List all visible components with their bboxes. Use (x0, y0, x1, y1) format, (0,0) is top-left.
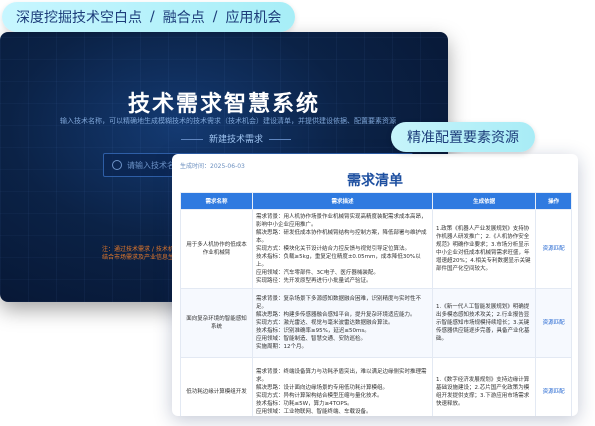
headline-separator-2: / (212, 9, 218, 25)
row-description: 需求背景：终端设备算力与功耗矛盾突出，难以满足边缘侧实时推理需求。 解决思路：设… (252, 357, 434, 416)
list-title: 需求清单 (347, 173, 403, 189)
col-basis-header: 生成依据 (432, 192, 537, 210)
generated-date: 生成时间：2025-06-03 (180, 163, 245, 170)
headline-part3: 应用机会 (225, 10, 282, 26)
resource-pill: 精准配置要素资源 (391, 122, 535, 152)
system-description: 输入技术名称，可以精确地生成模糊技术的技术需求（技术机会）建设清单，并提供建设依… (60, 117, 396, 125)
row-description: 需求背景：复杂场景下多源感知数据融合困难，识别精度与实时性不足。 解决思路：构建… (252, 288, 434, 358)
row-name: 用于多人机协作的低成本作业机械臂 (179, 209, 254, 289)
search-icon (112, 160, 122, 170)
col-desc-header: 需求描述 (252, 192, 434, 210)
headline-pill: 深度挖掘技术空白点 / 融合点 / 应用机会 (2, 2, 296, 32)
system-title: 技术需求智慧系统 (127, 92, 320, 117)
col-op-header: 操作 (535, 192, 572, 210)
row-description: 需求背景：用人机协作场景作业机械臂实现高精度装配需求成本高昂，影响中小企业应用推… (252, 209, 434, 289)
row-basis: 1.《新一代人工智能发展规划》明确提出多模态感知技术攻关；2.行业报告显示智能感… (432, 288, 537, 358)
row-basis: 1.《数字经济发展规划》支持边缘计算基础设施建设；2.芯片国产化政策为模组开发提… (432, 357, 537, 416)
col-name-header: 需求名称 (179, 192, 254, 210)
table-row: 用于多人机协作的低成本作业机械臂 需求背景：用人机协作场景作业机械臂实现高精度装… (179, 209, 572, 289)
table-row: 面向复杂环境的智能感知系统 需求背景：复杂场景下多源感知数据融合困难，识别精度与… (179, 288, 572, 358)
row-basis: 1.政策《机器人产业发展规划》支持协作机器人研发推广；2.《人机协作安全规范》明… (432, 209, 537, 289)
headline-separator-1: / (150, 9, 155, 25)
resource-match-link[interactable]: 资源匹配 (535, 357, 572, 416)
new-requirement-button[interactable]: 新建技术需求 (175, 132, 297, 145)
row-name: 面向复杂环境的智能感知系统 (179, 288, 254, 358)
headline-part2: 融合点 (162, 10, 205, 26)
headline-part1: 深度挖掘技术空白点 (16, 10, 142, 26)
resource-match-link[interactable]: 资源匹配 (535, 288, 572, 358)
row-name: 低功耗边缘计算模组开发 (179, 357, 254, 416)
requirement-table: 需求名称 需求描述 生成依据 操作 用于多人机协作的低成本作业机械臂 需求背景：… (179, 192, 572, 416)
table-row: 低功耗边缘计算模组开发 需求背景：终端设备算力与功耗矛盾突出，难以满足边缘侧实时… (179, 357, 572, 416)
resource-match-link[interactable]: 资源匹配 (535, 209, 572, 289)
requirement-list-card: 生成时间：2025-06-03 需求清单 需求名称 需求描述 生成依据 操作 用… (172, 154, 578, 416)
